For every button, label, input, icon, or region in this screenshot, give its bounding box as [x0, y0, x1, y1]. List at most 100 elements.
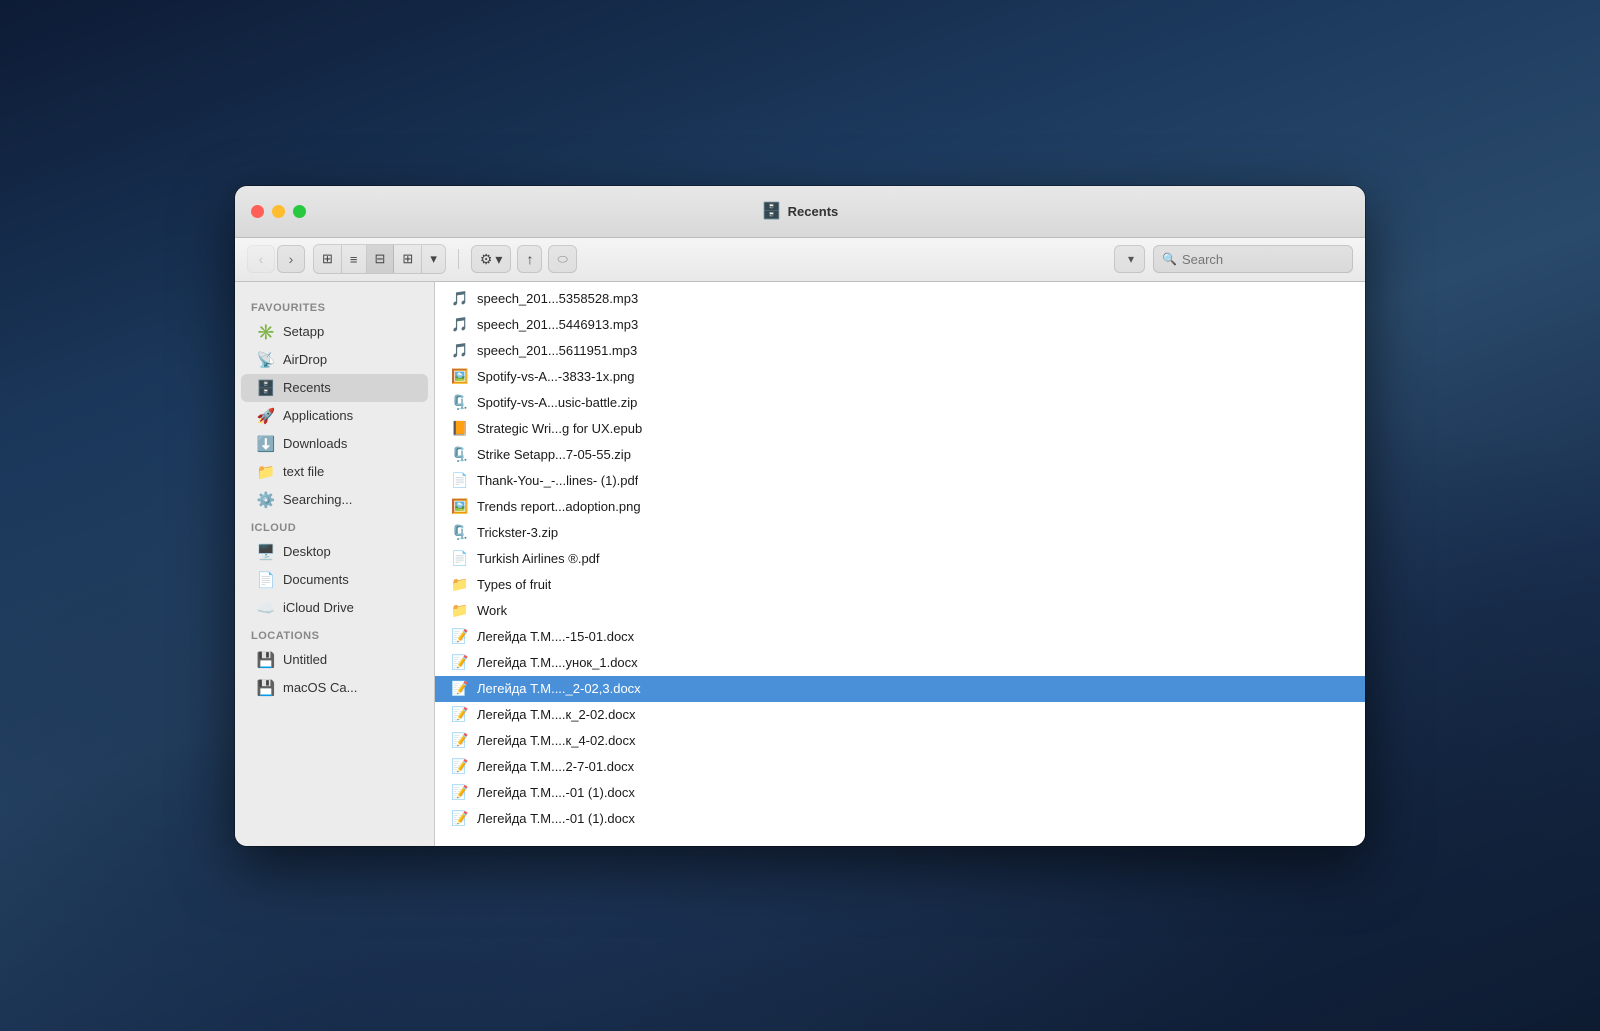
toolbar: ‹ › ⊞ ≡ ⊟ ⊞ ▾ ⚙	[235, 238, 1365, 282]
sidebar-item-downloads[interactable]: ⬇️ Downloads	[241, 430, 428, 458]
file-item[interactable]: 🗜️ Strike Setapp...7-05-55.zip	[435, 442, 1365, 468]
file-name: speech_201...5446913.mp3	[477, 317, 638, 332]
sidebar-item-setapp-label: Setapp	[283, 324, 324, 339]
search-box[interactable]: 🔍	[1153, 245, 1353, 273]
searching-icon: ⚙️	[257, 491, 275, 509]
title-text: Recents	[788, 204, 839, 219]
file-item[interactable]: 📝 Легейда Т.М....-01 (1).docx	[435, 806, 1365, 832]
file-icon: 🎵	[451, 290, 469, 308]
file-name: speech_201...5358528.mp3	[477, 291, 638, 306]
file-item[interactable]: 📄Thank-You-_-...lines- (1).pdf	[435, 468, 1365, 494]
finder-window: 🗄️ Recents ‹ › ⊞ ≡ ⊟ ⊞	[235, 186, 1365, 846]
file-item[interactable]: 📙Strategic Wri...g for UX.epub	[435, 416, 1365, 442]
file-icon: 📄	[451, 472, 469, 490]
file-name: Легейда Т.М....-01 (1).docx	[477, 811, 635, 826]
file-item[interactable]: 🎵speech_201...5611951.mp3	[435, 338, 1365, 364]
file-name: Легейда Т.М....-15-01.docx	[477, 629, 634, 644]
view-column-button[interactable]: ⊟	[367, 245, 395, 273]
file-icon: 🗜️	[451, 446, 469, 464]
sort-chevron: ▾	[1128, 252, 1134, 266]
sidebar-item-applications[interactable]: 🚀 Applications	[241, 402, 428, 430]
sidebar-item-setapp[interactable]: ✳️ Setapp	[241, 318, 428, 346]
sort-button[interactable]: ▾	[1114, 245, 1145, 273]
view-list-button[interactable]: ≡	[342, 245, 367, 273]
window-title: 🗄️ Recents	[762, 201, 839, 221]
file-item[interactable]: 📁Types of fruit	[435, 572, 1365, 598]
settings-chevron: ▾	[495, 251, 502, 268]
file-item[interactable]: 🎵speech_201...5446913.mp3	[435, 312, 1365, 338]
minimize-button[interactable]	[272, 205, 285, 218]
back-button[interactable]: ‹	[247, 245, 275, 273]
file-item[interactable]: 🖼️Spotify-vs-A...-3833-1x.png	[435, 364, 1365, 390]
file-item[interactable]: 📝Легейда Т.М....-15-01.docx	[435, 624, 1365, 650]
view-dropdown-button[interactable]: ▾	[422, 245, 445, 273]
file-name: Легейда Т.М....унок_1.docx	[477, 655, 638, 670]
tag-button[interactable]: ⬭	[548, 245, 576, 273]
file-name: Strategic Wri...g for UX.epub	[477, 421, 642, 436]
file-item[interactable]: 📝Легейда Т.М....унок_1.docx	[435, 650, 1365, 676]
airdrop-icon: 📡	[257, 351, 275, 369]
settings-button[interactable]: ⚙ ▾	[471, 245, 512, 273]
file-name: speech_201...5611951.mp3	[477, 343, 637, 358]
file-name: Spotify-vs-A...usic-battle.zip	[477, 395, 637, 410]
file-item[interactable]: 📝Легейда Т.М...._2-02,3.docx	[435, 676, 1365, 702]
sidebar-item-documents-label: Documents	[283, 572, 349, 587]
file-name: Types of fruit	[477, 577, 551, 592]
file-item[interactable]: 🖼️Trends report...adoption.png	[435, 494, 1365, 520]
sidebar-item-documents[interactable]: 📄 Documents	[241, 566, 428, 594]
locations-header: Locations	[235, 622, 434, 646]
share-button[interactable]: ↑	[517, 245, 542, 273]
textfile-icon: 📁	[257, 463, 275, 481]
forward-button[interactable]: ›	[277, 245, 305, 273]
sidebar-item-macos[interactable]: 💾 macOS Ca...	[241, 674, 428, 702]
title-icon: 🗄️	[762, 201, 782, 221]
file-name: Spotify-vs-A...-3833-1x.png	[477, 369, 635, 384]
sidebar-item-recents-label: Recents	[283, 380, 331, 395]
title-bar: 🗄️ Recents	[235, 186, 1365, 238]
sidebar-item-untitled[interactable]: 💾 Untitled	[241, 646, 428, 674]
back-icon: ‹	[259, 251, 264, 267]
file-name: Strike Setapp...7-05-55.zip	[477, 447, 631, 462]
file-item[interactable]: 📝Легейда Т.М....-01 (1).docx	[435, 780, 1365, 806]
recents-icon: 🗄️	[257, 379, 275, 397]
file-item[interactable]: 📁Work	[435, 598, 1365, 624]
file-item[interactable]: 📄Turkish Airlines ®.pdf	[435, 546, 1365, 572]
maximize-button[interactable]	[293, 205, 306, 218]
documents-icon: 📄	[257, 571, 275, 589]
sidebar-item-airdrop[interactable]: 📡 AirDrop	[241, 346, 428, 374]
file-item[interactable]: 📝Легейда Т.М....к_4-02.docx	[435, 728, 1365, 754]
close-button[interactable]	[251, 205, 264, 218]
file-icon: 📝	[451, 810, 469, 828]
file-name: Trickster-3.zip	[477, 525, 558, 540]
file-item[interactable]: 📝Легейда Т.М....2-7-01.docx	[435, 754, 1365, 780]
file-icon: 🗜️	[451, 394, 469, 412]
sidebar-item-icloud-drive[interactable]: ☁️ iCloud Drive	[241, 594, 428, 622]
search-input[interactable]	[1182, 252, 1344, 267]
file-icon: 📝	[451, 706, 469, 724]
sidebar-item-icloud-drive-label: iCloud Drive	[283, 600, 354, 615]
sidebar-item-searching[interactable]: ⚙️ Searching...	[241, 486, 428, 514]
file-name: Легейда Т.М....к_4-02.docx	[477, 733, 636, 748]
file-item[interactable]: 📝Легейда Т.М....к_2-02.docx	[435, 702, 1365, 728]
gear-icon: ⚙	[480, 251, 493, 268]
file-icon: 📝	[451, 784, 469, 802]
file-item[interactable]: 🗜️ Spotify-vs-A...usic-battle.zip	[435, 390, 1365, 416]
sidebar-item-recents[interactable]: 🗄️ Recents	[241, 374, 428, 402]
sidebar-item-textfile[interactable]: 📁 text file	[241, 458, 428, 486]
tag-icon: ⬭	[557, 252, 567, 267]
view-icon-button[interactable]: ⊞	[314, 245, 342, 273]
sidebar-item-applications-label: Applications	[283, 408, 353, 423]
separator-1	[458, 249, 459, 269]
nav-buttons: ‹ ›	[247, 245, 305, 273]
list-icon: ≡	[350, 252, 358, 267]
sidebar-item-downloads-label: Downloads	[283, 436, 347, 451]
view-gallery-button[interactable]: ⊞	[394, 245, 422, 273]
share-icon: ↑	[526, 251, 533, 267]
icloud-drive-icon: ☁️	[257, 599, 275, 617]
forward-icon: ›	[289, 251, 294, 267]
applications-icon: 🚀	[257, 407, 275, 425]
sidebar-item-desktop[interactable]: 🖥️ Desktop	[241, 538, 428, 566]
file-item[interactable]: 🎵 speech_201...5358528.mp3	[435, 286, 1365, 312]
file-icon: 📁	[451, 602, 469, 620]
file-item[interactable]: 🗜️Trickster-3.zip	[435, 520, 1365, 546]
